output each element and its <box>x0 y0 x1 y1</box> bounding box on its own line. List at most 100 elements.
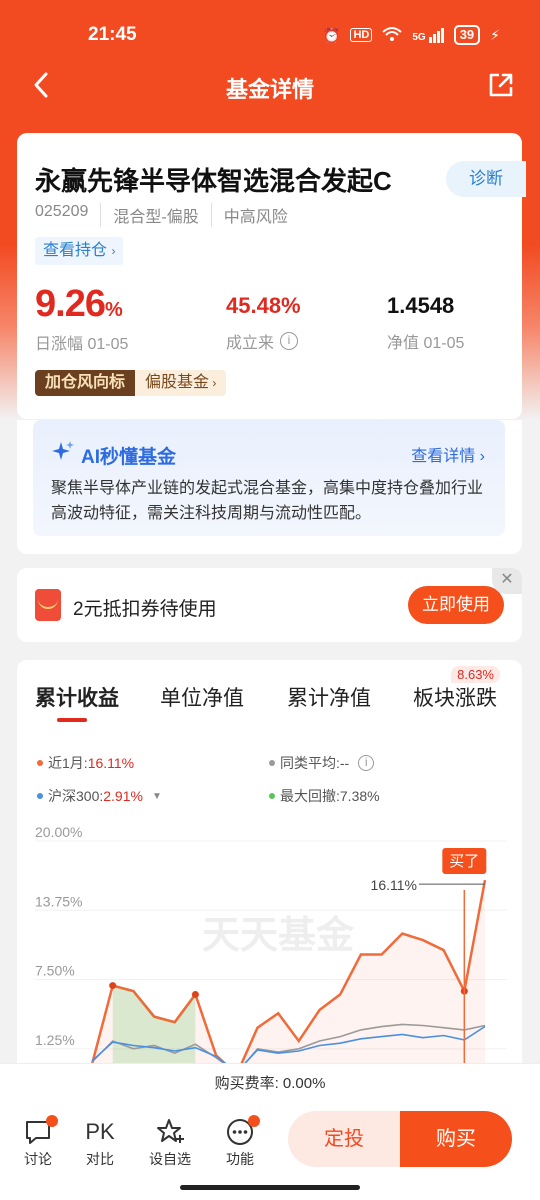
function-label: 功能 <box>226 1151 254 1167</box>
y-tick-label: 13.75% <box>35 893 82 909</box>
performance-chart[interactable]: 20.00% 13.75% 7.50% 1.25% 天天基金 买了 16.11% <box>17 820 522 1063</box>
signal-icon: 5G <box>412 27 444 43</box>
info-icon[interactable]: i <box>358 755 375 771</box>
legend-peer: 同类平均: -- i <box>269 753 375 773</box>
legend-dot-gray <box>269 760 275 766</box>
bottom-bar: 讨论 PK 对比 设自选 功能 定投 购买 <box>0 1103 540 1200</box>
nav-stat: 1.4548 净值 01-05 <box>387 293 464 353</box>
daily-change-value: 9.26% <box>35 283 128 326</box>
since-inception-stat: 45.48% 成立来 i <box>226 293 301 353</box>
nav-bar: 基金详情 <box>0 62 540 110</box>
sparkle-icon <box>51 440 75 470</box>
nav-value: 1.4548 <box>387 293 455 318</box>
y-tick-label: 1.25% <box>35 1032 75 1048</box>
compare-label: 对比 <box>86 1151 114 1167</box>
status-bar: 21:45 ⏰ HD 5G 39 ⚡ <box>0 0 540 70</box>
fund-meta: 025209 混合型-偏股 中高风险 <box>35 203 300 227</box>
sector-change-badge: 8.63% <box>451 666 500 683</box>
ai-summary-panel: AI秒懂基金 查看详情 › 聚焦半导体产业链的发起式混合基金，高集中度持仓叠加行… <box>33 420 505 536</box>
close-icon[interactable]: ✕ <box>492 568 522 594</box>
watchlist-label: 设自选 <box>149 1151 191 1167</box>
daily-change-unit: % <box>104 299 123 321</box>
tab-unit-nav[interactable]: 单位净值 <box>160 682 244 712</box>
y-tick-label: 7.50% <box>35 963 75 979</box>
legend-peer-value: -- <box>339 755 350 771</box>
home-indicator <box>180 1185 360 1190</box>
daily-change-number: 9.26 <box>35 283 106 325</box>
more-icon <box>218 1115 262 1149</box>
red-envelope-icon <box>35 589 61 621</box>
charging-icon: ⚡ <box>490 26 500 43</box>
coupon-text: 2元抵扣券待使用 <box>73 599 217 620</box>
nav-label: 净值 01-05 <box>387 335 465 352</box>
chevron-right-icon: › <box>111 244 116 258</box>
chevron-right-icon: › <box>209 376 217 390</box>
fund-name: 永赢先锋半导体智选混合发起C <box>35 166 392 196</box>
page-title: 基金详情 <box>225 77 314 102</box>
legend-hs300-label: 沪深300: <box>48 788 104 804</box>
legend-month-value: 16.11% <box>87 755 135 771</box>
fund-tags[interactable]: 加仓风向标 偏股基金 › <box>35 370 227 396</box>
fund-summary-card: 永赢先锋半导体智选混合发起C 诊断 025209 混合型-偏股 中高风险 查看持… <box>17 133 526 419</box>
chart-watermark: 天天基金 <box>202 914 355 957</box>
notification-dot <box>248 1115 260 1127</box>
legend-month: 近1月: 16.11% <box>37 753 134 773</box>
legend-hs300[interactable]: 沪深300: 2.91% ▼ <box>37 786 162 806</box>
tab-sector-change[interactable]: 板块涨跌 <box>413 682 497 712</box>
view-holdings-button[interactable]: 查看持仓 › <box>35 237 124 265</box>
buy-marker-label: 买了 <box>449 853 479 870</box>
tab-cumulative-return[interactable]: 累计收益 <box>35 682 119 712</box>
legend-dot-green <box>269 793 275 799</box>
notification-dot <box>46 1115 58 1127</box>
drawdown-area <box>112 985 196 1063</box>
share-icon[interactable] <box>486 70 516 100</box>
legend-dot-orange <box>37 760 43 766</box>
battery-icon: 39 <box>453 25 481 45</box>
legend-hs300-value: 2.91% <box>103 788 143 804</box>
fund-type: 混合型-偏股 <box>100 203 210 227</box>
ai-summary-card[interactable]: AI秒懂基金 查看详情 › 聚焦半导体产业链的发起式混合基金，高集中度持仓叠加行… <box>17 420 522 554</box>
use-coupon-button[interactable]: 立即使用 <box>408 586 504 624</box>
compare-button[interactable]: PK 对比 <box>78 1115 122 1169</box>
view-holdings-label: 查看持仓 <box>43 242 108 259</box>
y-tick-label: 20.00% <box>35 824 82 840</box>
fee-bar: 购买费率: 0.00% <box>0 1063 540 1103</box>
since-inception-value: 45.48% <box>226 293 301 318</box>
legend-month-label: 近1月: <box>48 755 88 771</box>
tag-weathervane: 加仓风向标 <box>35 370 136 396</box>
buy-button[interactable]: 购买 <box>400 1111 512 1167</box>
info-icon[interactable]: i <box>280 332 299 350</box>
ai-title-text: AI秒懂基金 <box>81 446 177 468</box>
legend-drawdown: 最大回撤: 7.38% <box>269 786 380 806</box>
active-tab-indicator <box>57 718 87 722</box>
add-watchlist-button[interactable]: 设自选 <box>148 1115 192 1169</box>
daily-change-label: 日涨幅 01-05 <box>35 336 129 353</box>
ai-more-link[interactable]: 查看详情 › <box>411 442 485 466</box>
chart-tabs: 累计收益 单位净值 累计净值 板块涨跌 <box>17 682 522 722</box>
function-button[interactable]: 功能 <box>218 1115 262 1169</box>
discuss-button[interactable]: 讨论 <box>16 1115 60 1169</box>
end-value-label: 16.11% <box>371 877 417 893</box>
coupon-card: 2元抵扣券待使用 立即使用 ✕ <box>17 568 522 642</box>
tag-equity-label: 偏股基金 <box>145 374 210 391</box>
ai-more-label: 查看详情 <box>411 448 476 465</box>
auto-invest-button[interactable]: 定投 <box>288 1111 400 1167</box>
chevron-right-icon: › <box>475 448 485 465</box>
since-inception-label: 成立来 <box>226 335 275 352</box>
alarm-icon: ⏰ <box>323 26 341 43</box>
performance-chart-card: 累计收益 单位净值 累计净值 板块涨跌 8.63% 近1月: 16.11% 同类平… <box>17 660 522 1080</box>
chat-icon <box>16 1115 60 1149</box>
status-icons: ⏰ HD 5G 39 ⚡ <box>323 25 500 45</box>
caret-down-icon: ▼ <box>151 790 162 802</box>
diagnose-button[interactable]: 诊断 <box>446 161 526 197</box>
legend-drawdown-label: 最大回撤: <box>280 788 340 804</box>
legend-dot-blue <box>37 793 43 799</box>
pk-icon: PK <box>85 1119 115 1144</box>
discuss-label: 讨论 <box>24 1151 52 1167</box>
data-point-marker <box>109 982 117 990</box>
daily-change-stat: 9.26% 日涨幅 01-05 <box>35 283 128 354</box>
status-time: 21:45 <box>88 24 137 45</box>
tab-cumulative-nav[interactable]: 累计净值 <box>287 682 371 712</box>
since-inception-label-row: 成立来 i <box>226 329 301 353</box>
fund-risk: 中高风险 <box>210 203 300 227</box>
